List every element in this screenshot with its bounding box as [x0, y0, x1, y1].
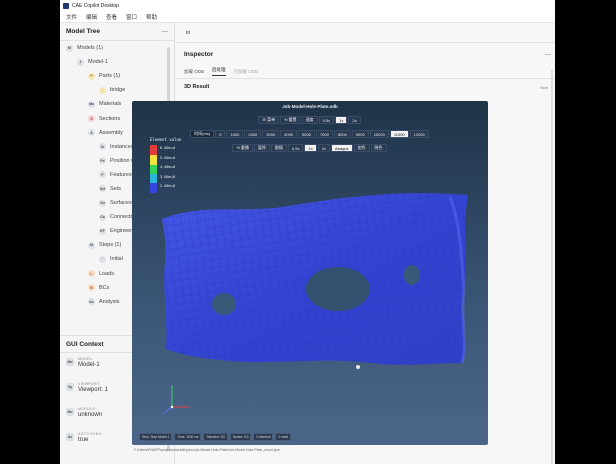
context-icon: Mo — [66, 408, 74, 416]
menu-bar: 文件 编辑 查看 窗口 帮助 — [60, 11, 555, 23]
tree-node-icon: · — [99, 255, 106, 263]
tree-node-icon: St — [88, 241, 95, 249]
tree-node-icon: A — [88, 129, 95, 137]
app-logo-icon — [63, 2, 69, 9]
context-text: AUTO SYNC: true — [78, 432, 103, 443]
tree-item[interactable]: P Parts (1) — [60, 69, 174, 83]
left-hole — [212, 293, 236, 315]
tree-item-label: Steps (1) — [99, 242, 122, 249]
hide-button[interactable]: Hide — [540, 85, 548, 90]
tree-node-icon: EF — [99, 227, 106, 235]
tab-loaded-odb[interactable]: 已加载 ODB — [234, 69, 259, 75]
context-icon: Md — [66, 358, 74, 366]
tree-item[interactable]: 1 Model-1 — [60, 55, 174, 69]
tree-item-label: Materials — [99, 101, 122, 108]
tree-item-label: Analysis — [99, 298, 120, 305]
top-tab-bar: io — [176, 23, 555, 43]
context-label: MODULE: — [78, 407, 97, 411]
tree-item-label: Assembly — [99, 129, 123, 136]
status-chip: 0 node — [275, 433, 292, 441]
context-text: MODULE: unknown — [78, 407, 102, 418]
menu-view[interactable]: 查看 — [106, 13, 117, 21]
tree-node-icon: Pc — [99, 157, 106, 165]
right-hole — [404, 265, 420, 285]
center-hole — [306, 267, 370, 311]
tree-node-icon: S — [88, 115, 95, 123]
tree-node-icon: Ma — [88, 100, 95, 108]
tree-node-icon: In — [99, 143, 106, 151]
tree-node-icon: Ca — [99, 213, 106, 221]
tree-item-label: Instances — [110, 143, 134, 150]
collapse-icon[interactable]: — — [545, 51, 552, 58]
collapse-icon[interactable]: — — [162, 28, 169, 35]
gui-context-title: GUI Context — [66, 340, 104, 348]
tree-item-label: BCs — [99, 284, 110, 291]
context-label: MODEL: — [78, 357, 94, 361]
tree-node-icon: Su — [99, 199, 106, 207]
window-title: CAE Copilot Desktop — [72, 2, 119, 9]
title-bar: CAE Copilot Desktop — [60, 0, 555, 11]
tree-item-label: Parts (1) — [99, 73, 121, 80]
context-text: MODEL: Model-1 — [78, 357, 100, 368]
status-chip: Selected: 0/0 — [203, 433, 229, 441]
inspector-tabs: 加载 ODB 后处理 已加载 ODB — [176, 65, 555, 79]
status-chip: Nodes: 0/0 — [230, 433, 252, 441]
context-value: unknown — [78, 412, 103, 418]
tab-load-odb[interactable]: 加载 ODB — [184, 69, 204, 75]
axis-triad-icon — [163, 385, 190, 414]
tab-postprocess[interactable]: 后处理 — [212, 67, 226, 76]
context-label: AUTO SYNC: — [78, 432, 103, 436]
3d-viewport[interactable]: Job-Model-Hole-Plate.odb ☰ 菜单 ⟲ 重置 速度 0.5x 1… — [132, 101, 488, 445]
tree-item-label: Features — [110, 171, 132, 178]
context-value: Viewport: 1 — [78, 387, 108, 393]
tree-node-icon: 1 — [77, 58, 84, 66]
context-text: VIEWPORT: Viewport: 1 — [78, 382, 108, 393]
context-icon: As — [66, 433, 74, 441]
tree-node-icon: B — [88, 284, 95, 292]
tree-node-icon: · — [99, 86, 106, 94]
tree-item-label: Sections — [99, 115, 121, 122]
deformed-mesh[interactable] — [132, 101, 488, 445]
tree-node-icon: An — [88, 298, 95, 306]
tree-item-label: Sets — [110, 185, 122, 192]
context-value: Model-1 — [78, 362, 100, 368]
tree-item-label: Models (1) — [77, 45, 103, 52]
status-chip: Time: 1000 ms — [174, 433, 202, 441]
tree-node-icon: L — [88, 270, 95, 278]
tree-item-label: Loads — [99, 270, 114, 277]
model-tree-title: Model Tree — [66, 28, 100, 35]
tree-node-icon: F — [99, 171, 106, 179]
status-chip: 0 element — [253, 433, 274, 441]
result-header: 3D Result Hide — [176, 79, 555, 95]
tree-node-icon: Set — [99, 185, 106, 193]
menu-file[interactable]: 文件 — [66, 13, 77, 21]
inspector-header: Inspector — — [176, 43, 555, 65]
viewport-status-bar: Step: Step-Model-1 Time: 1000 ms Selected:… — [139, 433, 293, 441]
result-file-path: F:\Users\FNAPP\projects\workdir\jobs\Job… — [134, 448, 281, 452]
tree-item-label: Initial — [110, 256, 123, 263]
tree-item-label: Model-1 — [88, 59, 108, 66]
menu-window[interactable]: 窗口 — [126, 13, 137, 21]
tree-item[interactable]: M Models (1) — [60, 41, 174, 55]
context-label: VIEWPORT: — [78, 382, 101, 386]
tab-io[interactable]: io — [186, 30, 190, 36]
tree-item-label: bridge — [110, 87, 126, 94]
tree-node-icon: P — [88, 72, 95, 80]
tree-item[interactable]: · bridge — [60, 83, 174, 97]
status-chip: Step: Step-Model-1 — [139, 433, 173, 441]
main-scrollbar[interactable] — [551, 70, 553, 464]
tree-node-icon: M — [66, 44, 73, 52]
context-icon: Vp — [66, 383, 74, 391]
model-tree-header: Model Tree — — [60, 23, 174, 41]
menu-edit[interactable]: 编辑 — [86, 13, 97, 21]
tree-item-label: Surfaces — [110, 200, 132, 207]
result-title: 3D Result — [184, 84, 210, 90]
inspector-title: Inspector — [184, 50, 214, 58]
menu-help[interactable]: 帮助 — [146, 13, 157, 21]
context-value: true — [78, 437, 89, 443]
app-window: CAE Copilot Desktop 文件 编辑 查看 窗口 帮助 Model… — [60, 0, 555, 464]
